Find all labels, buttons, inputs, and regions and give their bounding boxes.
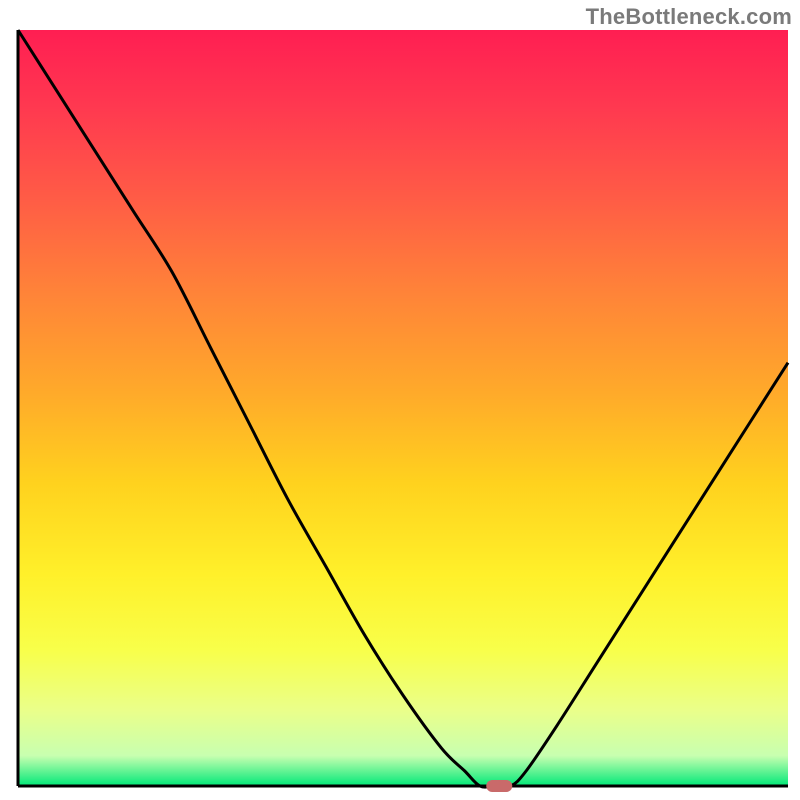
- watermark-label: TheBottleneck.com: [586, 4, 792, 30]
- chart-container: { "watermark": "TheBottleneck.com", "cha…: [0, 0, 800, 800]
- plot-background: [18, 30, 788, 786]
- optimal-marker: [486, 780, 512, 792]
- bottleneck-chart: [0, 0, 800, 800]
